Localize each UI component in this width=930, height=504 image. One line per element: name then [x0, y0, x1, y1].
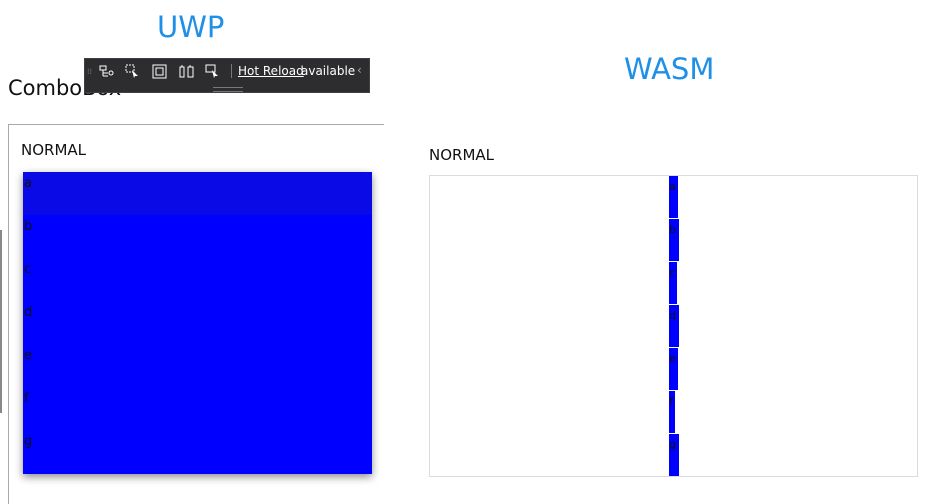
window-edge-line	[0, 230, 2, 413]
wasm-item-label: g	[669, 438, 676, 451]
uwp-item-label: a	[24, 176, 32, 191]
wasm-combobox-item-f[interactable]: f	[669, 391, 675, 433]
uwp-item-label: c	[24, 262, 32, 277]
toolbar-separator	[231, 64, 232, 78]
hot-reload-status: available	[301, 64, 356, 78]
wasm-normal-label: NORMAL	[429, 146, 495, 164]
wasm-combobox-item-g[interactable]: g	[669, 434, 679, 476]
uwp-combobox-item-b[interactable]: b	[23, 215, 372, 258]
wasm-combobox-item-e[interactable]: e	[669, 348, 678, 390]
toolbar-grip-icon[interactable]: ⁞⁞	[87, 68, 93, 76]
wasm-combobox-item-c[interactable]: c	[669, 262, 677, 304]
collapse-icon[interactable]: ‹	[357, 63, 362, 77]
select-element-icon[interactable]	[125, 64, 140, 79]
wasm-combobox-item-a[interactable]: a	[669, 176, 678, 218]
wasm-item-label: a	[669, 180, 676, 193]
uwp-combobox-item-e[interactable]: e	[23, 344, 372, 387]
uwp-item-label: e	[24, 348, 32, 363]
wasm-item-label: f	[669, 395, 673, 408]
uwp-combobox-item-a[interactable]: a	[23, 172, 372, 215]
xaml-dev-toolbar: ⁞⁞ Hot Reload available ‹	[84, 58, 370, 93]
wasm-heading: WASM	[624, 52, 715, 86]
wasm-item-label: b	[669, 223, 676, 236]
uwp-combobox-dropdown[interactable]: a b c d e f g	[23, 172, 372, 474]
track-focus-icon[interactable]	[179, 64, 194, 79]
wasm-item-label: e	[669, 352, 676, 365]
wasm-combobox-item-d[interactable]: d	[669, 305, 679, 347]
uwp-item-label: g	[24, 434, 33, 449]
uwp-combobox-item-d[interactable]: d	[23, 301, 372, 344]
display-layout-adorners-icon[interactable]	[152, 64, 167, 79]
wasm-combobox-dropdown[interactable]: a b c d e f g	[669, 176, 679, 476]
toolbar-drag-handle[interactable]	[213, 87, 243, 92]
uwp-combobox-item-c[interactable]: c	[23, 258, 372, 301]
uwp-item-label: d	[24, 305, 33, 320]
uwp-item-label: b	[24, 219, 33, 234]
uwp-heading: UWP	[157, 10, 225, 44]
uwp-combobox-item-f[interactable]: f	[23, 387, 372, 430]
hot-reload-link[interactable]: Hot Reload	[238, 64, 304, 78]
wasm-item-label: d	[669, 309, 676, 322]
live-visual-tree-icon[interactable]	[99, 64, 114, 79]
wasm-combobox-item-b[interactable]: b	[669, 219, 679, 261]
preview-selection-icon[interactable]	[205, 64, 220, 79]
wasm-item-label: c	[669, 266, 676, 279]
uwp-item-label: f	[24, 391, 29, 406]
uwp-normal-label: NORMAL	[21, 141, 87, 159]
uwp-combobox-item-g[interactable]: g	[23, 430, 372, 473]
